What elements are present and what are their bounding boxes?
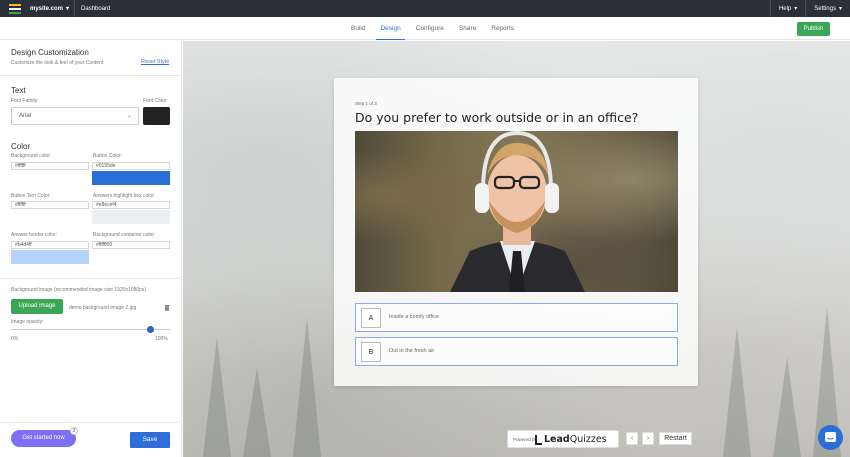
font-color-swatch[interactable] — [143, 107, 170, 125]
trash-icon[interactable] — [164, 304, 170, 311]
answer-option-a[interactable]: A Inside a comfy office — [355, 303, 678, 332]
button-color-label: Button Color: — [93, 153, 123, 159]
background-color-label: Background color: — [11, 153, 52, 159]
background-container-label: Background container color: — [93, 232, 156, 238]
text-section-heading: Text — [11, 86, 26, 95]
next-button[interactable]: › — [642, 432, 654, 445]
answer-border-field[interactable]: #b4d4ff — [11, 241, 89, 249]
answer-letter: B — [361, 342, 381, 362]
chat-launcher[interactable] — [818, 425, 843, 450]
tab-build[interactable]: Build — [351, 17, 365, 40]
button-color-field[interactable]: #0155de — [92, 162, 170, 170]
answers-highlight-swatch[interactable] — [92, 210, 170, 224]
brand-name-quizzes: Quizzes — [569, 434, 607, 445]
brand-name: LeadQuizzes — [544, 434, 607, 445]
site-label: mysite.com — [30, 5, 64, 12]
color-section-heading: Color — [11, 142, 31, 151]
restart-button[interactable]: Restart — [659, 432, 692, 445]
question-photo — [450, 131, 585, 292]
question-image — [355, 131, 678, 292]
previous-button[interactable]: ‹ — [626, 432, 638, 445]
chevron-down-icon: ▾ — [838, 6, 842, 12]
notification-badge: 3 — [70, 427, 78, 435]
reset-style-link[interactable]: Reset Style — [141, 59, 169, 65]
answers-highlight-field[interactable]: #e8ecef4 — [92, 201, 170, 209]
panel-subtitle: Customize the look & feel of your Conten… — [11, 60, 104, 66]
chevron-down-icon: ⌄ — [126, 113, 132, 119]
answers-highlight-label: Answers highlight box color: — [93, 193, 156, 199]
background-image-label: Background image (recommended image size… — [11, 287, 147, 293]
divider — [0, 75, 182, 76]
divider — [0, 422, 182, 423]
panel-title: Design Customization — [11, 48, 89, 57]
opacity-max-label: 100% — [155, 336, 168, 342]
step-indicator: Step 1 of 3 — [355, 101, 377, 106]
divider — [74, 0, 76, 17]
powered-by-label: Powered by — [513, 437, 537, 442]
opacity-min-label: 0% — [11, 336, 19, 342]
settings-label: Settings — [814, 5, 836, 12]
publish-button[interactable]: Publish — [797, 22, 830, 36]
image-opacity-label: Image opacity: — [11, 319, 44, 325]
editor-tabs: Build Design Configure Share Reports — [351, 17, 529, 40]
button-text-color-field[interactable]: #ffffff — [11, 201, 89, 209]
settings-menu[interactable]: Settings ▾ — [806, 5, 850, 13]
help-menu[interactable]: Help ▾ — [771, 5, 805, 13]
tab-share[interactable]: Share — [459, 17, 476, 40]
button-text-color-label: Button Text Color: — [11, 193, 51, 199]
upload-image-button[interactable]: Upload image — [11, 299, 63, 314]
answer-text: Out in the fresh air — [389, 348, 435, 354]
tab-reports[interactable]: Reports — [491, 17, 514, 40]
answer-text: Inside a comfy office — [389, 314, 440, 320]
save-button[interactable]: Save — [130, 432, 170, 448]
top-bar: mysite.com ▾ Dashboard Help ▾ Settings ▾ — [0, 0, 850, 17]
brand-name-lead: Lead — [544, 434, 570, 445]
background-container-field[interactable]: #ffffff00 — [92, 241, 170, 249]
background-color-field[interactable]: #ffffff — [11, 162, 89, 170]
app-logo-icon[interactable] — [9, 3, 21, 14]
help-label: Help — [778, 5, 792, 12]
font-family-label: Font Family: — [11, 98, 39, 104]
answer-letter: A — [361, 308, 381, 328]
powered-by-badge[interactable]: Powered by LeadQuizzes — [507, 430, 619, 448]
chevron-right-icon: › — [646, 435, 650, 442]
dashboard-link[interactable]: Dashboard — [81, 6, 110, 12]
chevron-down-icon: ▾ — [794, 6, 798, 12]
leadquizzes-logo-icon — [535, 435, 542, 445]
opacity-slider-handle[interactable] — [147, 326, 154, 333]
answer-border-label: Answer border color: — [11, 232, 58, 238]
answer-option-b[interactable]: B Out in the fresh air — [355, 337, 678, 366]
get-started-button[interactable]: Get started now — [11, 430, 76, 447]
answer-border-swatch[interactable] — [11, 250, 89, 264]
site-selector[interactable]: mysite.com ▾ — [30, 5, 70, 13]
tab-configure[interactable]: Configure — [416, 17, 444, 40]
chat-icon — [825, 432, 836, 442]
button-color-swatch[interactable] — [92, 171, 170, 185]
question-title: Do you prefer to work outside or in an o… — [355, 110, 639, 125]
divider — [0, 278, 182, 279]
chevron-down-icon: ▾ — [66, 6, 70, 12]
font-color-label: Font Color: — [143, 98, 168, 104]
editor-nav: Build Design Configure Share Reports — [0, 17, 850, 40]
uploaded-file-name: demo background image 2.jpg — [69, 305, 137, 311]
font-family-value: Arial — [19, 113, 32, 119]
top-right-menu: Help ▾ Settings ▾ — [769, 0, 850, 17]
tab-design[interactable]: Design — [376, 17, 405, 40]
chevron-left-icon: ‹ — [630, 435, 634, 442]
font-family-select[interactable]: Arial ⌄ — [11, 107, 139, 125]
